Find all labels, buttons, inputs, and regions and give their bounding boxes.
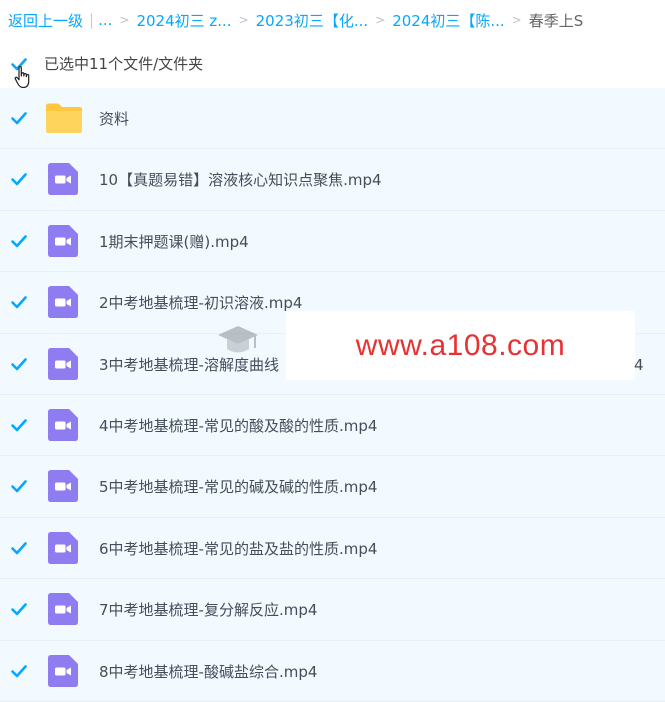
file-name[interactable]: 5中考地基梳理-常见的碱及碱的性质.mp4 <box>99 476 377 497</box>
folder-icon <box>46 103 82 133</box>
video-file-icon <box>48 347 78 380</box>
chevron-right-icon: > <box>511 13 522 27</box>
checkmark-icon <box>11 603 27 616</box>
checkmark-icon <box>11 357 27 370</box>
row-checkbox[interactable] <box>10 293 28 311</box>
row-checkbox[interactable] <box>10 355 28 373</box>
file-name[interactable]: 6中考地基梳理-常见的盐及盐的性质.mp4 <box>99 538 377 559</box>
checkmark-icon <box>11 480 27 493</box>
hand-cursor-icon <box>14 66 30 89</box>
file-row-1[interactable]: 10【真题易错】溶液核心知识点聚焦.mp4 <box>0 149 665 211</box>
checkmark-icon <box>11 419 27 432</box>
row-checkbox[interactable] <box>10 539 28 557</box>
selection-bar: 已选中11个文件/文件夹 <box>0 40 665 89</box>
video-file-icon <box>48 470 78 503</box>
row-checkbox[interactable] <box>10 477 28 495</box>
file-row-2[interactable]: 1期末押题课(赠).mp4 <box>0 210 665 273</box>
file-row-0[interactable]: 资料 <box>0 88 665 150</box>
checkmark-icon <box>11 112 27 125</box>
file-name[interactable]: 7中考地基梳理-复分解反应.mp4 <box>99 599 317 620</box>
breadcrumb: 返回上一级 | ... > 2024初三 z... > 2023初三【化... … <box>0 0 665 40</box>
watermark-text: www.a108.com <box>355 328 566 362</box>
chevron-right-icon: > <box>119 13 130 27</box>
breadcrumb-item-3[interactable]: 2024初三【陈... <box>392 10 504 31</box>
file-name-trailing-fragment: 4 <box>634 356 644 374</box>
breadcrumb-item-1[interactable]: 2024初三 z... <box>136 10 231 31</box>
chevron-right-icon: > <box>238 13 249 27</box>
selection-count-label: 已选中11个文件/文件夹 <box>44 55 204 73</box>
video-file-icon <box>48 408 78 441</box>
row-checkbox[interactable] <box>10 109 28 127</box>
video-file-icon <box>48 531 78 564</box>
checkmark-icon <box>11 234 27 248</box>
video-file-icon <box>48 654 78 687</box>
breadcrumb-divider: | <box>89 11 95 29</box>
file-row-8[interactable]: 7中考地基梳理-复分解反应.mp4 <box>0 579 665 641</box>
file-name[interactable]: 资料 <box>99 108 129 129</box>
checkmark-icon <box>11 173 27 186</box>
row-checkbox[interactable] <box>10 662 28 680</box>
video-file-icon <box>48 593 78 626</box>
file-name[interactable]: 4中考地基梳理-常见的酸及酸的性质.mp4 <box>99 415 377 436</box>
checkmark-icon <box>11 541 27 555</box>
row-checkbox[interactable] <box>10 416 28 434</box>
watermark-overlay: www.a108.com <box>286 311 635 380</box>
file-name[interactable]: 10【真题易错】溶液核心知识点聚焦.mp4 <box>99 169 382 190</box>
breadcrumb-current: 春季上S <box>528 11 584 30</box>
video-file-icon <box>48 286 78 319</box>
file-row-6[interactable]: 5中考地基梳理-常见的碱及碱的性质.mp4 <box>0 456 665 518</box>
file-name[interactable]: 8中考地基梳理-酸碱盐综合.mp4 <box>99 661 317 682</box>
row-checkbox[interactable] <box>10 232 28 250</box>
breadcrumb-item-2[interactable]: 2023初三【化... <box>256 10 368 31</box>
checkmark-icon <box>11 296 27 309</box>
checkmark-icon <box>11 664 27 677</box>
file-row-5[interactable]: 4中考地基梳理-常见的酸及酸的性质.mp4 <box>0 394 665 457</box>
back-link[interactable]: 返回上一级 <box>8 10 83 31</box>
video-file-icon <box>48 163 78 196</box>
chevron-right-icon: > <box>375 13 386 27</box>
file-row-9[interactable]: 8中考地基梳理-酸碱盐综合.mp4 <box>0 640 665 702</box>
row-checkbox[interactable] <box>10 170 28 188</box>
file-list: 资料 10【真题易错】溶液核心知识点聚焦.mp4 1期末押题课(赠).mp4 2… <box>0 88 665 702</box>
breadcrumb-ellipsis[interactable]: ... <box>98 11 112 29</box>
file-name[interactable]: 2中考地基梳理-初识溶液.mp4 <box>99 292 302 313</box>
graduation-cap-icon <box>218 326 258 353</box>
file-row-7[interactable]: 6中考地基梳理-常见的盐及盐的性质.mp4 <box>0 517 665 580</box>
file-name[interactable]: 1期末押题课(赠).mp4 <box>99 231 249 252</box>
video-file-icon <box>48 224 78 257</box>
row-checkbox[interactable] <box>10 600 28 618</box>
